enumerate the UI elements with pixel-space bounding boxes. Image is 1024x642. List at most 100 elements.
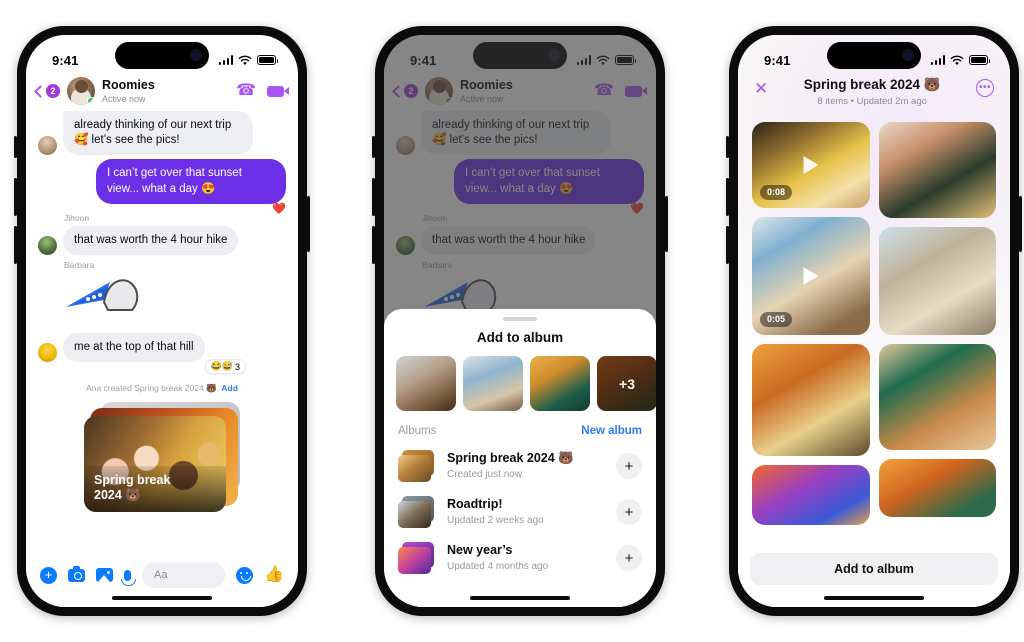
cellular-bars-icon <box>218 55 233 65</box>
album-name: Roadtrip! <box>447 496 503 511</box>
volume-up-button[interactable] <box>726 178 729 216</box>
album-title-line1: Spring break <box>94 473 171 488</box>
album-subtitle: Created just now <box>447 468 523 480</box>
volume-down-button[interactable] <box>372 226 375 264</box>
power-button[interactable] <box>1019 196 1022 252</box>
add-to-album-button[interactable]: + <box>616 499 642 525</box>
album-subtitle: Updated 2 weeks ago <box>447 514 544 526</box>
back-button[interactable]: 2 <box>34 84 60 98</box>
home-indicator <box>112 596 212 600</box>
volume-down-button[interactable] <box>726 226 729 264</box>
volume-up-button[interactable] <box>372 178 375 216</box>
phone-1-conversation: 9:41 2 Roomies Active now ☎ already thin… <box>14 26 310 616</box>
add-to-album-button[interactable]: + <box>616 453 642 479</box>
system-message: Ana created Spring break 2024 🐻. Add <box>38 383 286 394</box>
emoji-reaction-pill[interactable]: 😂😅 3 <box>204 359 246 375</box>
media-tile-photo[interactable] <box>752 464 870 525</box>
mute-switch[interactable] <box>14 136 17 158</box>
message-bubble-outgoing[interactable]: I can’t get over that sunset view... wha… <box>96 159 286 204</box>
video-call-icon[interactable] <box>267 85 289 97</box>
album-preview-card[interactable]: Spring break 2024 🐻 <box>84 402 240 514</box>
phone-call-icon[interactable]: ☎ <box>236 83 256 99</box>
list-item[interactable]: Roadtrip! Updated 2 weeks ago + <box>384 489 656 535</box>
add-to-album-button[interactable]: + <box>616 545 642 571</box>
system-message-text: Ana created Spring break 2024 🐻. <box>86 383 220 394</box>
album-title-line2: 2024 🐻 <box>94 488 141 503</box>
media-tile-photo[interactable] <box>878 458 996 517</box>
message-bubble[interactable]: that was worth the 4 hour hike <box>63 225 239 255</box>
list-item[interactable]: Spring break 2024 🐻 Created just now + <box>384 443 656 489</box>
plus-icon[interactable]: + <box>40 566 57 584</box>
album-name: New year’s <box>447 542 513 557</box>
album-subtitle: Updated 4 months ago <box>447 560 549 572</box>
conversation-title-block[interactable]: Roomies Active now <box>102 78 229 104</box>
mute-switch[interactable] <box>372 136 375 158</box>
album-thumbnail <box>398 542 436 574</box>
status-time: 9:41 <box>52 52 79 68</box>
phone-2-add-to-album-sheet: 9:41 2 Roomies <box>372 26 668 616</box>
microphone-icon[interactable] <box>121 569 136 586</box>
selected-photo-2[interactable] <box>463 356 523 411</box>
phone-1-screen: 9:41 2 Roomies Active now ☎ already thin… <box>26 35 298 607</box>
list-item[interactable]: New year’s Updated 4 months ago + <box>384 535 656 581</box>
conversation-header: 2 Roomies Active now ☎ <box>26 75 298 111</box>
album-thumbnail <box>398 450 436 482</box>
close-icon[interactable]: ✕ <box>754 80 768 97</box>
media-tile-photo[interactable] <box>878 343 996 450</box>
home-indicator <box>824 596 924 600</box>
more-options-icon[interactable]: ••• <box>976 79 994 97</box>
power-button[interactable] <box>665 196 668 252</box>
thumbs-up-icon[interactable]: 👍 <box>264 567 284 583</box>
play-icon <box>803 266 819 285</box>
album-name: Spring break 2024 🐻 <box>447 450 574 465</box>
selected-photo-4[interactable]: +3 <box>597 356 656 411</box>
media-grid-column-right <box>878 121 996 525</box>
battery-icon <box>257 55 279 65</box>
emoji-icon[interactable] <box>236 566 254 584</box>
power-button[interactable] <box>307 196 310 252</box>
media-tile-photo[interactable] <box>878 121 996 218</box>
home-indicator <box>470 596 570 600</box>
selected-photo-3[interactable] <box>530 356 590 411</box>
media-tile-video[interactable]: 0:05 <box>752 216 870 335</box>
message-bubble[interactable]: me at the top of that hill <box>63 332 205 363</box>
mute-switch[interactable] <box>726 136 729 158</box>
avatar <box>38 136 57 156</box>
sheet-title: Add to album <box>476 330 564 345</box>
message-sender-label: Barbara <box>64 259 95 270</box>
volume-down-button[interactable] <box>14 226 17 264</box>
gallery-icon[interactable] <box>96 568 113 582</box>
add-link[interactable]: Add <box>221 383 238 393</box>
cellular-bars-icon <box>930 55 945 65</box>
paper-plane-sticker[interactable] <box>64 274 286 325</box>
message-bubble[interactable]: already thinking of our next trip 🥰 let’… <box>63 111 253 156</box>
media-tile-photo[interactable] <box>752 343 870 456</box>
selected-photos-row: +3 <box>384 356 656 423</box>
media-grid-column-left: 0:08 0:05 <box>752 121 870 525</box>
online-status-dot <box>87 97 95 105</box>
message-list: already thinking of our next trip 🥰 let’… <box>26 111 298 514</box>
avatar[interactable] <box>67 77 95 105</box>
selected-photo-1[interactable] <box>396 356 456 411</box>
heart-reaction-icon[interactable]: ❤️ <box>272 202 286 215</box>
camera-icon[interactable] <box>68 566 85 582</box>
message-input[interactable]: Aa <box>142 562 226 588</box>
sheet-drag-handle[interactable] <box>503 317 537 321</box>
media-tile-video[interactable]: 0:08 <box>752 121 870 208</box>
album-card-title: Spring break 2024 🐻 <box>84 466 226 513</box>
add-to-album-button[interactable]: Add to album <box>750 553 998 585</box>
page-title: Roomies <box>102 78 155 93</box>
new-album-button[interactable]: New album <box>581 425 642 437</box>
album-viewer-header: ✕ Spring break 2024 🐻 8 items • Updated … <box>738 75 1010 108</box>
album-meta: 8 items • Updated 2m ago <box>817 96 927 108</box>
media-tile-photo[interactable] <box>878 226 996 335</box>
volume-up-button[interactable] <box>14 178 17 216</box>
add-to-album-sheet: Add to album +3 Albums New album Spring … <box>384 309 656 607</box>
albums-section-header: Albums New album <box>384 423 656 443</box>
media-grid: 0:08 0:05 <box>738 108 1010 525</box>
avatar <box>38 343 57 363</box>
albums-label: Albums <box>398 425 437 437</box>
page-title: Spring break 2024 🐻 <box>803 77 941 92</box>
back-chevron-icon <box>34 84 47 98</box>
album-viewer: 9:41 ✕ Spring break 2024 🐻 8 items • Upd… <box>738 35 1010 607</box>
